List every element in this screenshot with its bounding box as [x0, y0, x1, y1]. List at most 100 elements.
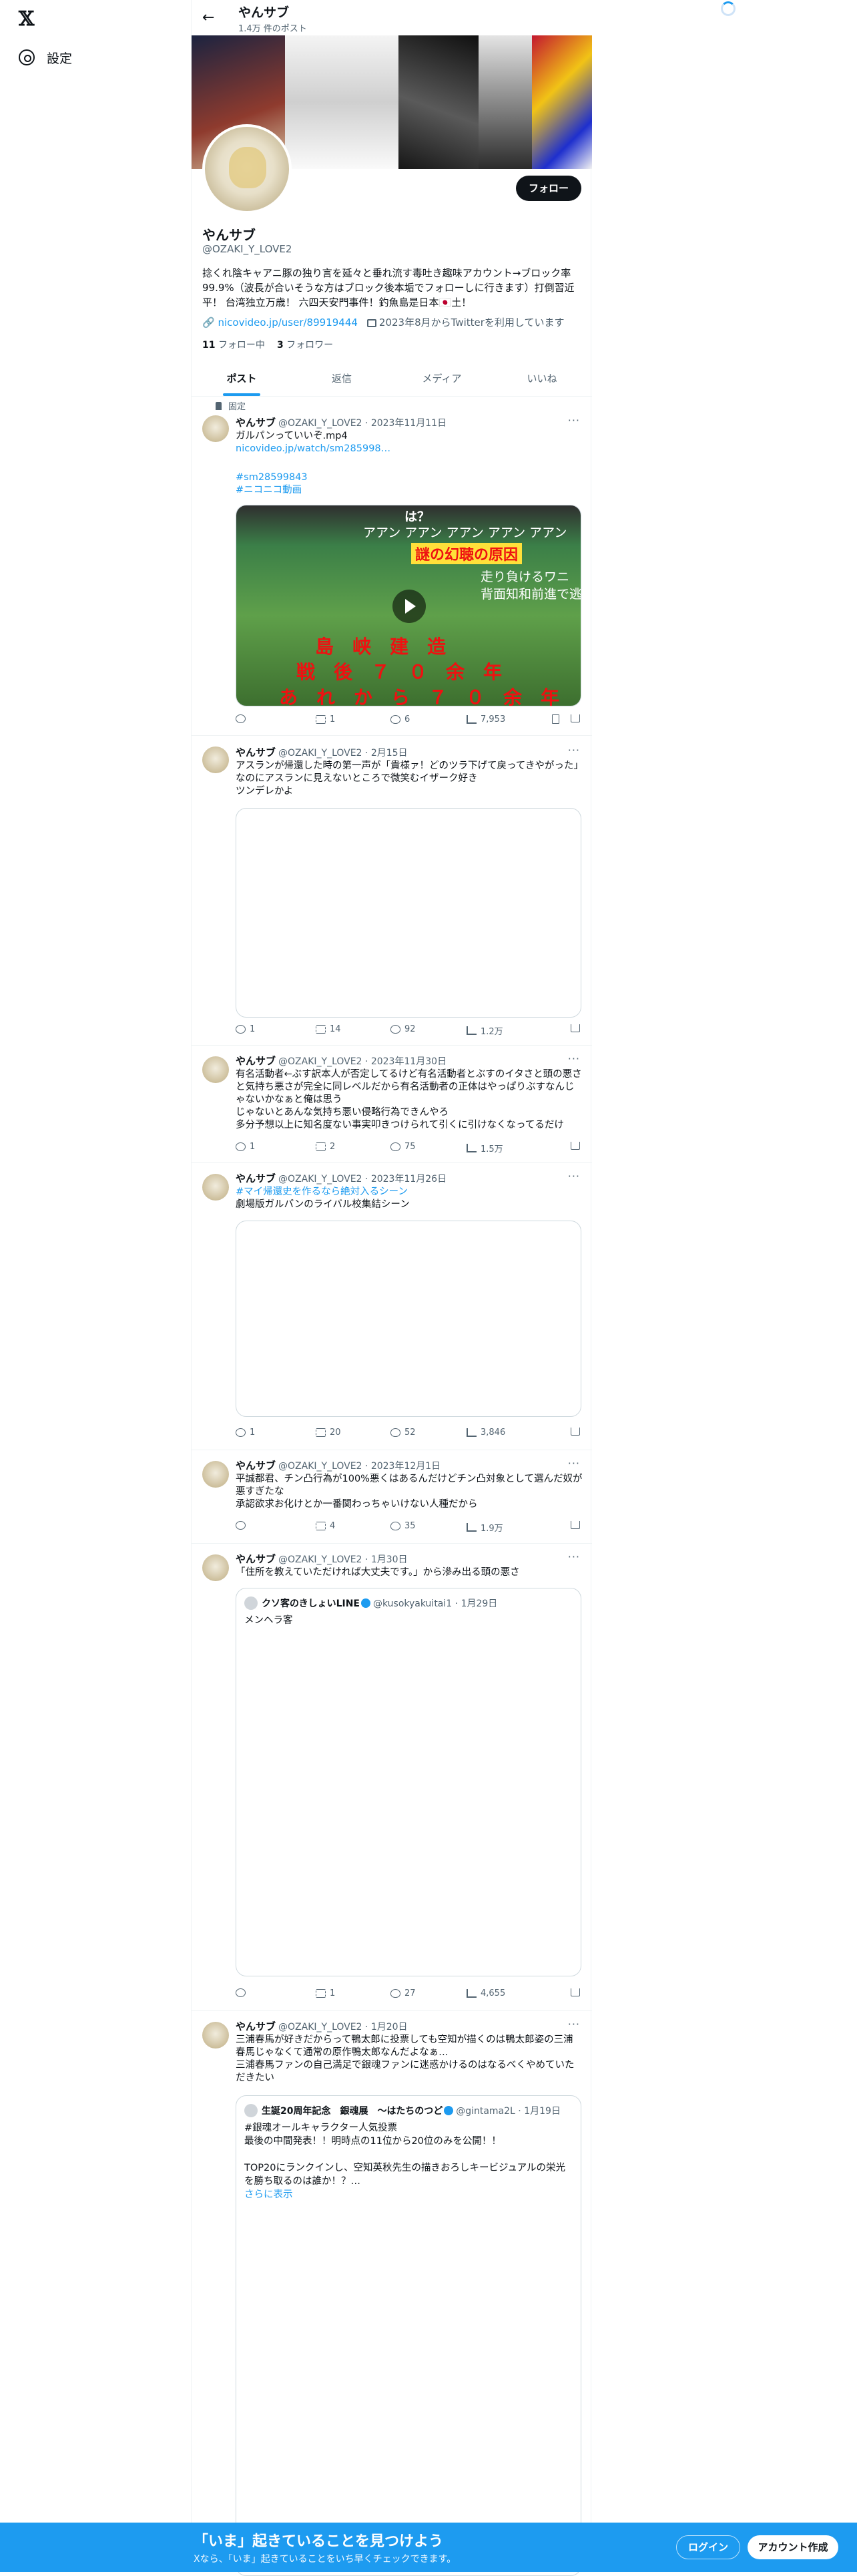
- main-column: ← やんサブ 1.4万 件のポスト フォロー やんサブ @OZAKI_Y_LOV…: [191, 0, 592, 2576]
- tweet[interactable]: やんサブ @OZAKI_Y_LOVE2 · 2023年11月11日 ··· ガルパ…: [192, 394, 592, 736]
- profile-joined: 2023年8月からTwitterを利用しています: [378, 316, 565, 329]
- tweet[interactable]: やんサブ @OZAKI_Y_LOVE2 · 1月20日 ··· 三浦春馬が好きだか…: [192, 2011, 592, 2576]
- video-caption: 島 峡 建 造: [315, 636, 447, 658]
- reply-button[interactable]: [236, 1521, 250, 1530]
- signup-button[interactable]: アカウント作成: [748, 2535, 838, 2559]
- tweet-media[interactable]: [236, 1221, 581, 1417]
- retweet-button[interactable]: 20: [316, 1428, 341, 1438]
- show-more-link[interactable]: さらに表示: [244, 2188, 574, 2201]
- views-icon: [467, 715, 477, 724]
- like-button[interactable]: 92: [390, 1024, 416, 1034]
- share-icon: [571, 714, 580, 722]
- tweet-avatar[interactable]: [202, 746, 229, 773]
- more-icon[interactable]: ···: [568, 1052, 580, 1065]
- tweet-header: やんサブ @OZAKI_Y_LOVE2 · 2023年12月1日: [236, 1460, 441, 1472]
- reply-button[interactable]: 1: [236, 1428, 255, 1438]
- reply-icon: [236, 1025, 246, 1034]
- tweet[interactable]: やんサブ @OZAKI_Y_LOVE2 · 2023年11月26日 ··· #マイ…: [192, 1163, 592, 1450]
- like-button[interactable]: 52: [390, 1428, 416, 1438]
- share-icon: [571, 1428, 580, 1436]
- tweet-hashtag[interactable]: #ニコニコ動画: [236, 484, 583, 497]
- tweet-link[interactable]: nicovideo.jp/watch/sm285998…: [236, 443, 583, 455]
- x-logo-icon[interactable]: 𝕏: [19, 8, 41, 31]
- tweet-header: やんサブ @OZAKI_Y_LOVE2 · 2月15日: [236, 746, 408, 759]
- views-button[interactable]: 1.5万: [467, 1142, 503, 1154]
- reply-icon: [236, 714, 246, 723]
- retweet-button[interactable]: 1: [316, 714, 335, 724]
- tweet-avatar[interactable]: [202, 1554, 229, 1581]
- tab-media[interactable]: メディア: [392, 361, 492, 396]
- more-icon[interactable]: ···: [568, 1170, 580, 1183]
- views-button[interactable]: 1.2万: [467, 1024, 503, 1037]
- more-icon[interactable]: ···: [568, 1457, 580, 1470]
- tab-posts[interactable]: ポスト: [192, 361, 292, 396]
- retweet-button[interactable]: 1: [316, 1988, 335, 1998]
- views-icon: [467, 1989, 477, 1998]
- reply-button[interactable]: 1: [236, 1142, 255, 1152]
- quote-header: クソ客のきしょいLINE @kusokyakuitai1 · 1月29日: [262, 1598, 498, 1609]
- tweet-avatar[interactable]: [202, 2022, 229, 2049]
- retweet-icon: [316, 1428, 326, 1437]
- profile-link[interactable]: nicovideo.jp/user/89919444: [218, 316, 357, 329]
- video-caption: 戦 後 ７ ０ 余 年: [296, 661, 503, 683]
- tweet[interactable]: やんサブ @OZAKI_Y_LOVE2 · 2月15日 ··· アスランが帰還した…: [192, 736, 592, 1046]
- tweet-avatar[interactable]: [202, 1056, 229, 1083]
- tweet[interactable]: やんサブ @OZAKI_Y_LOVE2 · 1月30日 ··· 「住所を教えていた…: [192, 1544, 592, 2011]
- tweet-media[interactable]: [236, 808, 581, 1018]
- tweet-avatar[interactable]: [202, 415, 229, 442]
- profile-avatar[interactable]: [202, 124, 292, 214]
- followers-link[interactable]: 3 フォロワー: [277, 338, 333, 351]
- gear-icon: [19, 49, 35, 65]
- views-button[interactable]: 3,846: [467, 1428, 505, 1438]
- like-button[interactable]: 6: [390, 714, 410, 724]
- share-button[interactable]: [571, 1428, 580, 1436]
- settings-link[interactable]: 設定: [19, 44, 72, 71]
- share-button[interactable]: [571, 1988, 580, 1996]
- like-button[interactable]: 35: [390, 1521, 416, 1531]
- views-button[interactable]: 4,655: [467, 1988, 505, 1998]
- retweet-button[interactable]: 2: [316, 1142, 335, 1152]
- tweet[interactable]: やんサブ @OZAKI_Y_LOVE2 · 2023年12月1日 ··· 平誠都君…: [192, 1450, 592, 1544]
- views-icon: [467, 1428, 477, 1437]
- tweet-text: 三浦春馬が好きだからって鴨太郎に投票しても空知が描くのは鴨太郎姿の三浦春馬じゃな…: [236, 2034, 575, 2083]
- tweet-avatar[interactable]: [202, 1461, 229, 1488]
- tweet-header: やんサブ @OZAKI_Y_LOVE2 · 2023年11月30日: [236, 1055, 447, 1067]
- retweet-button[interactable]: 14: [316, 1024, 341, 1034]
- tweet-avatar[interactable]: [202, 1174, 229, 1201]
- share-button[interactable]: [571, 1142, 580, 1150]
- tweet[interactable]: やんサブ @OZAKI_Y_LOVE2 · 2023年11月30日 ··· 有名活…: [192, 1046, 592, 1163]
- left-nav: 𝕏 設定: [0, 0, 191, 2572]
- following-link[interactable]: 11 フォロー中: [202, 338, 265, 351]
- reply-button[interactable]: 1: [236, 1024, 255, 1034]
- share-button[interactable]: [571, 1024, 580, 1032]
- tweet-hashtag[interactable]: #マイ帰還史を作るなら絶対入るシーン: [236, 1186, 583, 1199]
- quote-header: 生誕20周年記念 銀魂展 〜はたちのつど @gintama2L · 1月19日: [262, 2106, 561, 2117]
- more-icon[interactable]: ···: [568, 414, 580, 427]
- calendar-icon: [366, 318, 376, 327]
- like-button[interactable]: 75: [390, 1142, 416, 1152]
- tab-replies[interactable]: 返信: [292, 361, 392, 396]
- tweet-video[interactable]: は？ アアン アアン アアン アアン アアン 謎の幻聴の原因 走り負けるワニ 背…: [236, 505, 581, 706]
- share-button[interactable]: [571, 714, 580, 722]
- share-button[interactable]: [571, 1521, 580, 1529]
- back-arrow-icon[interactable]: ←: [202, 8, 222, 28]
- more-icon[interactable]: ···: [568, 744, 580, 757]
- more-icon[interactable]: ···: [568, 2018, 580, 2030]
- play-button[interactable]: [392, 590, 426, 623]
- tab-likes[interactable]: いいね: [492, 361, 592, 396]
- tweet-hashtag[interactable]: #sm28599843: [236, 471, 583, 484]
- views-button[interactable]: 1.9万: [467, 1521, 503, 1534]
- quoted-tweet[interactable]: クソ客のきしょいLINE @kusokyakuitai1 · 1月29日 メンヘラ…: [236, 1588, 581, 1976]
- more-icon[interactable]: ···: [568, 1550, 580, 1563]
- reply-button[interactable]: [236, 1988, 250, 1997]
- header-post-count: 1.4万 件のポスト: [238, 24, 307, 34]
- like-button[interactable]: 27: [390, 1988, 416, 1998]
- quoted-tweet[interactable]: 生誕20周年記念 銀魂展 〜はたちのつど @gintama2L · 1月19日 #…: [236, 2095, 581, 2576]
- follow-button[interactable]: フォロー: [516, 176, 581, 201]
- login-button[interactable]: ログイン: [676, 2535, 740, 2559]
- follow-stats: 11 フォロー中 3 フォロワー: [202, 338, 333, 351]
- bookmark-button[interactable]: [552, 714, 559, 724]
- views-button[interactable]: 7,953: [467, 714, 505, 724]
- retweet-button[interactable]: 4: [316, 1521, 335, 1531]
- reply-button[interactable]: [236, 714, 250, 723]
